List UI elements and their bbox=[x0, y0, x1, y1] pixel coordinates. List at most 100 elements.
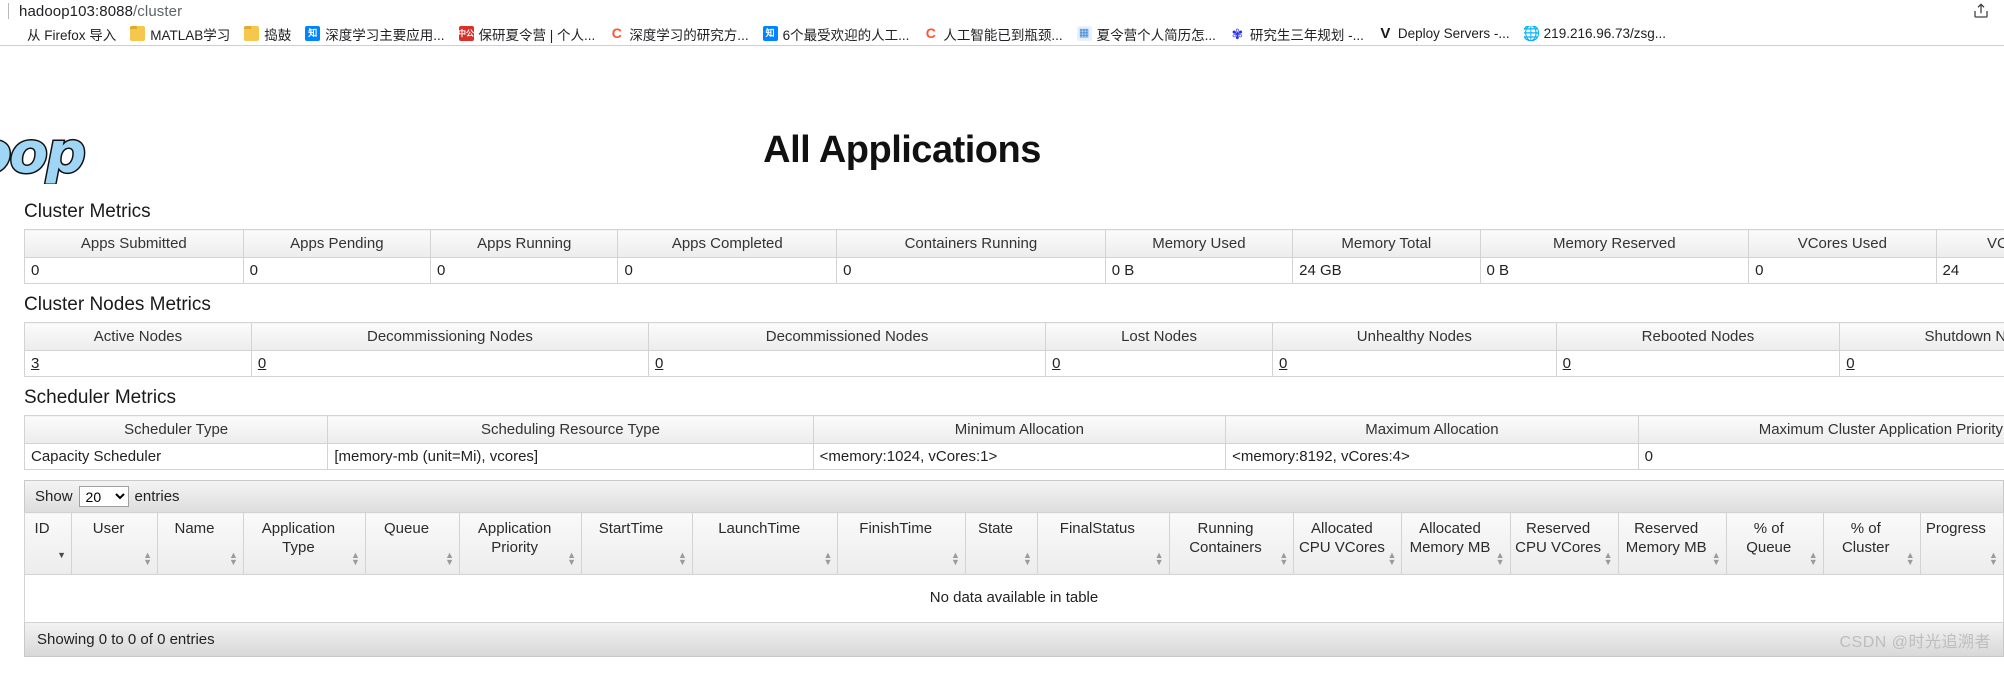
metric-cell: 0 bbox=[24, 257, 244, 284]
sort-both-icon[interactable]: ▲ ▼ bbox=[1279, 551, 1288, 567]
sort-both-icon[interactable]: ▲ ▼ bbox=[951, 551, 960, 567]
v-logo-icon: V bbox=[1380, 26, 1391, 41]
bookmark-item[interactable]: 捣鼓 bbox=[237, 23, 298, 45]
column-header-label: State bbox=[977, 520, 1013, 537]
bookmarks-bar[interactable]: 从 Firefox 导入 MATLAB学习 捣鼓知深度学习主要应用... 中公 保研夏令… bbox=[0, 22, 2004, 45]
sort-both-icon[interactable]: ▲ ▼ bbox=[1155, 551, 1164, 567]
metric-link[interactable]: 0 bbox=[1052, 355, 1060, 372]
column-header[interactable]: FinalStatus ▲ ▼ bbox=[1037, 512, 1170, 575]
column-header-label: Queue bbox=[384, 520, 430, 537]
sort-both-icon[interactable]: ▲ ▼ bbox=[1023, 551, 1032, 567]
column-header[interactable]: Running Containers ▲ ▼ bbox=[1168, 512, 1295, 575]
metric-cell: 0 bbox=[836, 257, 1106, 284]
entries-length-label: Show 2050100 entries bbox=[35, 486, 180, 507]
column-header-label: FinalStatus bbox=[1059, 520, 1135, 537]
metric-link[interactable]: 0 bbox=[258, 355, 266, 372]
metric-link[interactable]: 0 bbox=[1563, 355, 1571, 372]
metric-link[interactable]: 0 bbox=[1279, 355, 1287, 372]
column-header-label: Allocated CPU VCores bbox=[1298, 520, 1385, 556]
bookmark-label: 捣鼓 bbox=[264, 27, 292, 43]
table-row: Capacity Scheduler [memory-mb (unit=Mi), … bbox=[24, 443, 2004, 470]
share-icon[interactable] bbox=[1972, 2, 1990, 20]
sort-both-icon[interactable]: ▲ ▼ bbox=[1604, 551, 1613, 567]
column-header: Apps Pending bbox=[242, 229, 432, 258]
sort-both-icon[interactable]: ▲ ▼ bbox=[1906, 551, 1915, 567]
bookmark-item[interactable]: 知深度学习主要应用... bbox=[298, 23, 451, 45]
scheduler-metrics-table-wrap: Scheduler Type Scheduling Resource Type Mi… bbox=[24, 415, 2004, 470]
column-header[interactable]: Allocated CPU VCores ▲ ▼ bbox=[1293, 512, 1403, 575]
sort-both-icon[interactable]: ▲ ▼ bbox=[678, 551, 687, 567]
url-divider bbox=[8, 3, 9, 19]
bookmark-label: 6个最受欢迎的人工... bbox=[782, 27, 910, 43]
column-header[interactable]: Name ▲ ▼ bbox=[157, 512, 244, 575]
column-header[interactable]: Reserved Memory MB ▲ ▼ bbox=[1617, 512, 1727, 575]
column-header-label: LaunchTime bbox=[718, 520, 801, 537]
applications-table: ID ▼ User ▲ ▼ Name ▲ ▼ Application Type ▲ ▼ Queue ▲ ▼… bbox=[23, 512, 2004, 623]
metric-cell: 24 bbox=[1935, 257, 2004, 284]
sort-both-icon[interactable]: ▲ ▼ bbox=[1387, 551, 1396, 567]
table-row: 000000 B 24 GB 0 B 0 24 bbox=[24, 257, 2004, 284]
datatable-info-bar: Showing 0 to 0 of 0 entries CSDN @时光追溯者 bbox=[24, 623, 2004, 657]
column-header[interactable]: FinishTime ▲ ▼ bbox=[837, 512, 966, 575]
column-header-label: % of Queue bbox=[1746, 520, 1792, 556]
bookmark-item[interactable]: MATLAB学习 bbox=[123, 23, 237, 45]
column-header-label: FinishTime bbox=[859, 520, 933, 537]
bookmark-item[interactable]: 从 Firefox 导入 bbox=[0, 23, 123, 45]
metric-cell: 0 bbox=[1045, 350, 1273, 377]
bookmark-item[interactable]: ▦ 夏令营个人简历怎... bbox=[1070, 23, 1223, 45]
url-text[interactable]: hadoop103:8088/cluster bbox=[19, 3, 182, 20]
column-header[interactable]: Progress ▲ ▼ bbox=[1919, 512, 2004, 575]
column-header: Apps Completed bbox=[617, 229, 838, 258]
column-header[interactable]: Allocated Memory MB ▲ ▼ bbox=[1401, 512, 1511, 575]
column-header[interactable]: % of Cluster ▲ ▼ bbox=[1822, 512, 1921, 575]
column-header: Memory Used bbox=[1104, 229, 1294, 258]
column-header-label: Application Priority bbox=[477, 520, 552, 556]
bookmark-label: MATLAB学习 bbox=[150, 27, 231, 43]
column-header[interactable]: Application Type ▲ ▼ bbox=[242, 512, 366, 575]
entries-select[interactable]: 2050100 bbox=[78, 486, 129, 507]
bookmark-item[interactable]: 🌐 219.216.96.73/zsg... bbox=[1517, 23, 1673, 45]
column-header[interactable]: State ▲ ▼ bbox=[964, 512, 1039, 575]
column-header[interactable]: StartTime ▲ ▼ bbox=[581, 512, 693, 575]
sort-both-icon[interactable]: ▲ ▼ bbox=[445, 551, 454, 567]
metric-link[interactable]: 0 bbox=[655, 355, 663, 372]
sort-both-icon[interactable]: ▲ ▼ bbox=[1809, 551, 1818, 567]
url-path: /cluster bbox=[133, 2, 183, 20]
column-header: Maximum Cluster Application Priority bbox=[1637, 415, 2004, 444]
sort-both-icon[interactable]: ▲ ▼ bbox=[1496, 551, 1505, 567]
folder-icon bbox=[130, 26, 146, 41]
column-header[interactable]: % of Queue ▲ ▼ bbox=[1725, 512, 1824, 575]
cluster-nodes-metrics-title: Cluster Nodes Metrics bbox=[24, 294, 211, 315]
metric-link[interactable]: 0 bbox=[1846, 355, 1854, 372]
column-header[interactable]: Reserved CPU VCores ▲ ▼ bbox=[1509, 512, 1619, 575]
datatable-info-text: Showing 0 to 0 of 0 entries bbox=[37, 631, 215, 648]
table-header-row: Scheduler Type Scheduling Resource Type Mi… bbox=[24, 415, 2004, 444]
metric-link[interactable]: 3 bbox=[31, 355, 39, 372]
column-header[interactable]: User ▲ ▼ bbox=[71, 512, 159, 575]
applications-panel: Show 2050100 entries ID▼User▲▼Name▲▼Appl… bbox=[23, 480, 2004, 657]
column-header: Scheduling Resource Type bbox=[327, 415, 814, 444]
sort-both-icon[interactable]: ▲ ▼ bbox=[1989, 551, 1998, 567]
bookmark-label: 保研夏令营 | 个人... bbox=[478, 27, 596, 43]
sort-both-icon[interactable]: ▲ ▼ bbox=[229, 551, 238, 567]
sort-both-icon[interactable]: ▲ ▼ bbox=[143, 551, 152, 567]
bookmark-item[interactable]: C 人工智能已到瓶颈... bbox=[916, 23, 1069, 45]
metric-cell: 0 bbox=[647, 350, 1047, 377]
bookmark-item[interactable]: 知 6个最受欢迎的人工... bbox=[756, 23, 917, 45]
column-header[interactable]: Application Priority ▲ ▼ bbox=[459, 512, 583, 575]
bookmark-item[interactable]: 中公 保研夏令营 | 个人... bbox=[452, 23, 603, 45]
bookmark-item[interactable]: ✾ 研究生三年规划 -... bbox=[1223, 23, 1371, 45]
column-header[interactable]: LaunchTime ▲ ▼ bbox=[691, 512, 839, 575]
bookmark-item[interactable]: C 深度学习的研究方... bbox=[602, 23, 755, 45]
column-header[interactable]: Queue ▲ ▼ bbox=[364, 512, 461, 575]
column-header[interactable]: ID ▼ bbox=[23, 512, 73, 575]
sort-both-icon[interactable]: ▲ ▼ bbox=[1712, 551, 1721, 567]
sort-both-icon[interactable]: ▲ ▼ bbox=[567, 551, 576, 567]
browser-chrome: hadoop103:8088/cluster 从 Firefox 导入 MATLA… bbox=[0, 0, 2004, 46]
bookmark-item[interactable]: V Deploy Servers -... bbox=[1371, 23, 1517, 45]
sort-desc-icon[interactable]: ▼ bbox=[57, 551, 66, 566]
sort-both-icon[interactable]: ▲ ▼ bbox=[351, 551, 360, 567]
url-bar[interactable]: hadoop103:8088/cluster bbox=[0, 0, 2004, 22]
sort-both-icon[interactable]: ▲ ▼ bbox=[823, 551, 832, 567]
column-header-label: Reserved Memory MB bbox=[1625, 520, 1707, 556]
